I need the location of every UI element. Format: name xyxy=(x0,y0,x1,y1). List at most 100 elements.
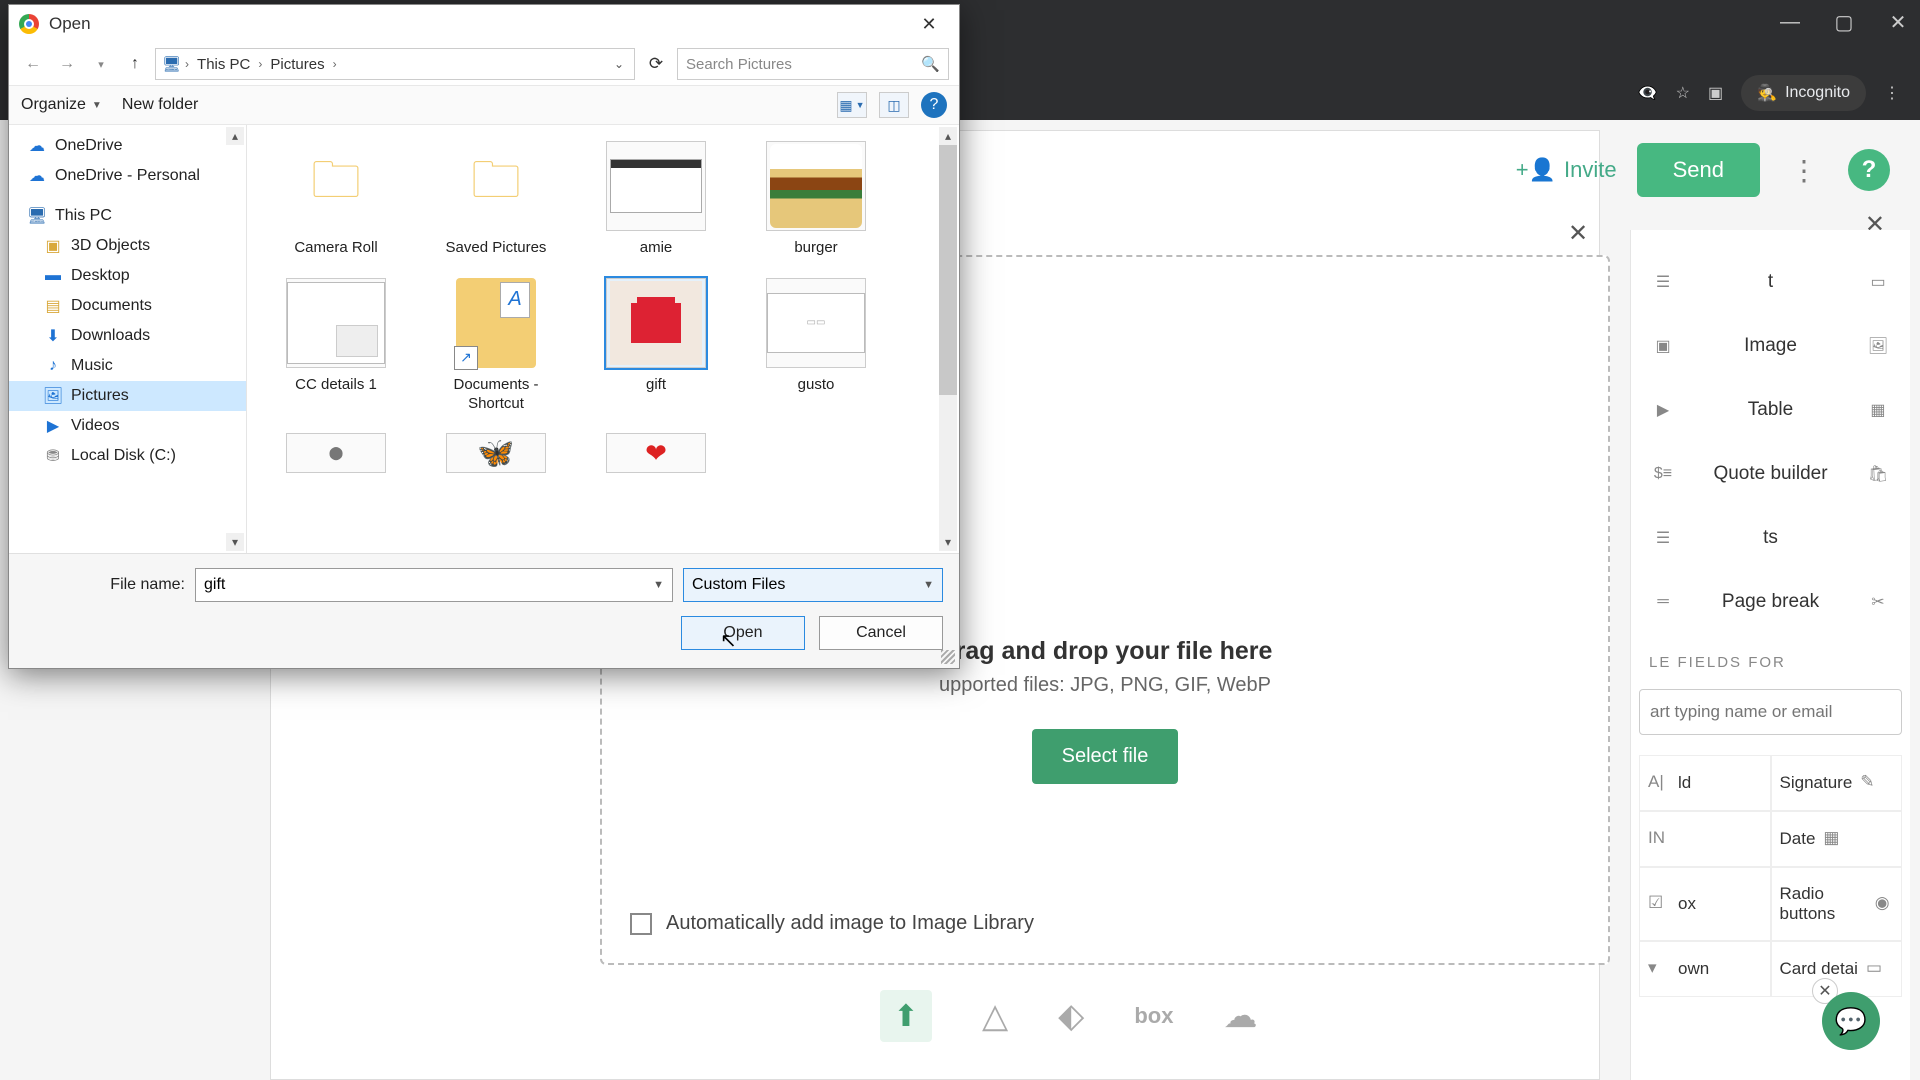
incognito-indicator[interactable]: 🕵️ Incognito xyxy=(1741,75,1866,111)
tree-pictures[interactable]: 🖼Pictures xyxy=(9,381,246,411)
file-saved-pictures[interactable]: 🗀Saved Pictures xyxy=(431,141,561,258)
file-cc-details[interactable]: CC details 1 xyxy=(271,278,401,414)
close-window-button[interactable]: ✕ xyxy=(1886,10,1910,34)
file-list[interactable]: ▴ ▾ 🗀Camera Roll 🗀Saved Pictures amie bu… xyxy=(247,125,959,553)
field-date[interactable]: Date▦ xyxy=(1771,811,1903,867)
minimize-button[interactable]: — xyxy=(1778,10,1802,34)
filetype-dropdown[interactable]: Custom Files▼ xyxy=(683,568,943,602)
refresh-icon[interactable]: ⟳ xyxy=(641,49,671,79)
eye-off-icon[interactable]: 👁‍🗨 xyxy=(1638,83,1658,103)
file-gusto[interactable]: ▭▭gusto xyxy=(751,278,881,414)
block-quote[interactable]: $≡Quote builder🛍 xyxy=(1639,442,1902,506)
file-partial[interactable]: ❤ xyxy=(591,433,721,473)
file-label: Documents - Shortcut xyxy=(431,376,561,414)
box-icon[interactable]: box xyxy=(1134,1003,1173,1029)
tree-onedrive-personal[interactable]: ☁OneDrive - Personal xyxy=(9,161,246,191)
shortcut-icon xyxy=(446,278,546,368)
breadcrumb-seg[interactable]: This PC xyxy=(193,54,254,75)
scrollbar-thumb[interactable] xyxy=(939,145,957,395)
address-bar[interactable]: 🖥 › This PC › Pictures › ⌄ xyxy=(155,48,635,80)
star-icon[interactable]: ☆ xyxy=(1676,83,1690,103)
organize-menu[interactable]: Organize▼ xyxy=(21,96,102,114)
help-button[interactable]: ? xyxy=(1848,149,1890,191)
dialog-titlebar[interactable]: Open ✕ xyxy=(9,5,959,43)
tree-scroll-down-icon[interactable]: ▾ xyxy=(226,533,244,551)
file-documents-shortcut[interactable]: Documents - Shortcut xyxy=(431,278,561,414)
invite-button[interactable]: +👤 Invite xyxy=(1516,157,1617,183)
search-input[interactable]: Search Pictures 🔍 xyxy=(677,48,949,80)
open-button[interactable]: Open xyxy=(681,616,805,650)
new-folder-button[interactable]: New folder xyxy=(122,96,198,114)
select-file-button[interactable]: Select file xyxy=(1032,729,1179,784)
chat-fab[interactable]: 💬 xyxy=(1822,992,1880,1050)
browser-menu-icon[interactable]: ⋮ xyxy=(1884,83,1900,103)
tree-onedrive[interactable]: ☁OneDrive xyxy=(9,131,246,161)
caret-down-icon[interactable]: ▼ xyxy=(653,579,664,591)
address-dropdown-icon[interactable]: ⌄ xyxy=(610,57,628,71)
nav-back-icon[interactable]: ← xyxy=(19,50,47,78)
nav-up-icon[interactable]: ↑ xyxy=(121,50,149,78)
field-initials[interactable]: IN xyxy=(1639,811,1771,867)
tree-documents[interactable]: ▤Documents xyxy=(9,291,246,321)
preview-pane-button[interactable]: ◫ xyxy=(879,92,909,118)
card-icon: ▭ xyxy=(1866,958,1888,980)
resize-grip[interactable] xyxy=(941,650,955,664)
block-toc[interactable]: ☰ts xyxy=(1639,506,1902,570)
block-image[interactable]: ▣Image🖼 xyxy=(1639,314,1902,378)
upload-local-icon[interactable]: ⬆ xyxy=(880,990,932,1042)
filename-input[interactable]: gift▼ xyxy=(195,568,673,602)
caret-down-icon[interactable]: ▼ xyxy=(923,579,934,591)
cancel-button[interactable]: Cancel xyxy=(819,616,943,650)
nav-tree[interactable]: ▴ ☁OneDrive ☁OneDrive - Personal 🖥This P… xyxy=(9,125,247,553)
view-mode-button[interactable]: ▦▼ xyxy=(837,92,867,118)
file-partial[interactable]: ⬤ xyxy=(271,433,401,473)
file-camera-roll[interactable]: 🗀Camera Roll xyxy=(271,141,401,258)
recipient-input[interactable] xyxy=(1639,689,1902,735)
field-dropdown[interactable]: ▾own xyxy=(1639,941,1771,997)
file-scroll-down-icon[interactable]: ▾ xyxy=(939,533,957,551)
tree-music[interactable]: ♪Music xyxy=(9,351,246,381)
tree-label: This PC xyxy=(55,207,112,225)
gdrive-icon[interactable]: △ xyxy=(982,996,1008,1036)
dropzone-close-icon[interactable]: ✕ xyxy=(1562,217,1594,249)
block-table[interactable]: ▶Table▦ xyxy=(1639,378,1902,442)
tree-local-disk[interactable]: ⛃Local Disk (C:) xyxy=(9,441,246,471)
help-icon[interactable]: ? xyxy=(921,92,947,118)
tree-downloads[interactable]: ⬇Downloads xyxy=(9,321,246,351)
file-partial[interactable]: 🦋 xyxy=(431,433,561,473)
cloud-icon[interactable]: ☁ xyxy=(1223,996,1257,1036)
tree-this-pc[interactable]: 🖥This PC xyxy=(9,201,246,231)
tree-3d-objects[interactable]: ▣3D Objects xyxy=(9,231,246,261)
block-pagebreak[interactable]: ═Page break✂ xyxy=(1639,570,1902,634)
send-button[interactable]: Send xyxy=(1637,143,1760,197)
folder-icon: 🗀 xyxy=(286,141,386,231)
dialog-close-icon[interactable]: ✕ xyxy=(909,9,949,39)
nav-recent-icon[interactable]: ▾ xyxy=(87,50,115,78)
field-signature[interactable]: Signature✎ xyxy=(1771,755,1903,811)
nav-forward-icon: → xyxy=(53,50,81,78)
field-radio[interactable]: Radio buttons◉ xyxy=(1771,867,1903,941)
tree-scroll-up-icon[interactable]: ▴ xyxy=(226,127,244,145)
tree-videos[interactable]: ▶Videos xyxy=(9,411,246,441)
dropbox-icon[interactable]: ⬖ xyxy=(1058,996,1084,1036)
panel-icon[interactable]: ▣ xyxy=(1708,83,1723,103)
image-thumb: ▭▭ xyxy=(766,278,866,368)
maximize-button[interactable]: ▢ xyxy=(1832,10,1856,34)
tree-label: Videos xyxy=(71,417,120,435)
incognito-icon: 🕵️ xyxy=(1757,83,1777,103)
auto-add-checkbox-row[interactable]: Automatically add image to Image Library xyxy=(630,912,1034,935)
checkbox-icon[interactable] xyxy=(630,913,652,935)
block-text[interactable]: ☰t▭ xyxy=(1639,250,1902,314)
more-menu-icon[interactable]: ⋮ xyxy=(1780,154,1828,187)
breadcrumb-seg[interactable]: Pictures xyxy=(266,54,328,75)
file-gift[interactable]: gift xyxy=(591,278,721,414)
field-checkbox[interactable]: ☑ox xyxy=(1639,867,1771,941)
field-textfield[interactable]: A|ld xyxy=(1639,755,1771,811)
tree-desktop[interactable]: ▬Desktop xyxy=(9,261,246,291)
block-label: Page break xyxy=(1722,591,1819,613)
file-burger[interactable]: burger xyxy=(751,141,881,258)
initials-icon: IN xyxy=(1648,828,1670,850)
placeholder-icon: ▭ xyxy=(1864,268,1892,296)
file-scroll-up-icon[interactable]: ▴ xyxy=(939,127,957,145)
file-amie[interactable]: amie xyxy=(591,141,721,258)
